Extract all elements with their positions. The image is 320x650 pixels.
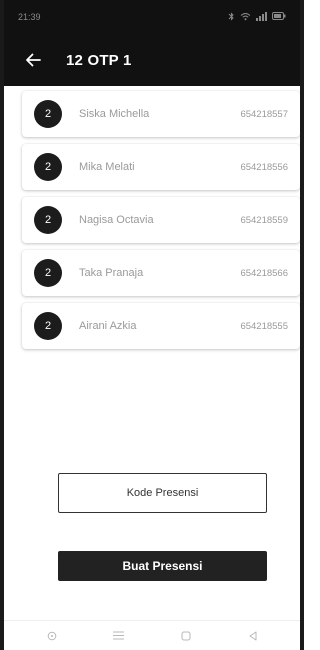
wifi-icon (240, 12, 251, 23)
kode-presensi-button[interactable]: Kode Presensi (58, 473, 267, 513)
list-item[interactable]: 2 Siska Michella 654218557 (22, 91, 300, 137)
student-nim: 654218566 (240, 267, 288, 279)
list-item[interactable]: 2 Taka Pranaja 654218566 (22, 250, 300, 296)
square-icon[interactable] (174, 626, 198, 646)
student-name: Nagisa Octavia (79, 214, 154, 226)
student-name: Taka Pranaja (79, 267, 144, 279)
menu-icon[interactable] (107, 626, 131, 646)
student-name: Siska Michella (79, 108, 150, 120)
avatar: 2 (34, 206, 62, 234)
student-name: Mika Melati (79, 161, 135, 173)
bluetooth-icon (228, 11, 235, 23)
circle-icon[interactable] (40, 626, 64, 646)
app-bar: 12 OTP 1 (4, 34, 300, 86)
student-name: Airani Azkia (79, 320, 137, 332)
list-item[interactable]: 2 Nagisa Octavia 654218559 (22, 197, 300, 243)
status-icons (228, 11, 286, 23)
avatar: 2 (34, 312, 62, 340)
list-item[interactable]: 2 Airani Azkia 654218555 (22, 303, 300, 349)
arrow-left-icon[interactable] (22, 49, 44, 71)
page-title: 12 OTP 1 (66, 51, 132, 69)
avatar: 2 (34, 153, 62, 181)
system-nav-bar (4, 620, 300, 650)
back-triangle-icon[interactable] (241, 626, 265, 646)
student-nim: 654218555 (240, 320, 288, 332)
student-list: 2 Siska Michella 654218557 2 Mika Melati… (22, 91, 300, 356)
battery-icon (272, 12, 286, 22)
phone-screen: 21:39 12 OTP 1 2 Siska Michella 65421855 (0, 0, 304, 650)
status-bar: 21:39 (4, 0, 300, 34)
buat-presensi-button[interactable]: Buat Presensi (58, 551, 267, 581)
student-nim: 654218556 (240, 161, 288, 173)
student-nim: 654218557 (240, 108, 288, 120)
signal-icon (256, 11, 267, 23)
avatar: 2 (34, 100, 62, 128)
student-nim: 654218559 (240, 214, 288, 226)
list-item[interactable]: 2 Mika Melati 654218556 (22, 144, 300, 190)
status-time: 21:39 (18, 12, 41, 22)
avatar: 2 (34, 259, 62, 287)
